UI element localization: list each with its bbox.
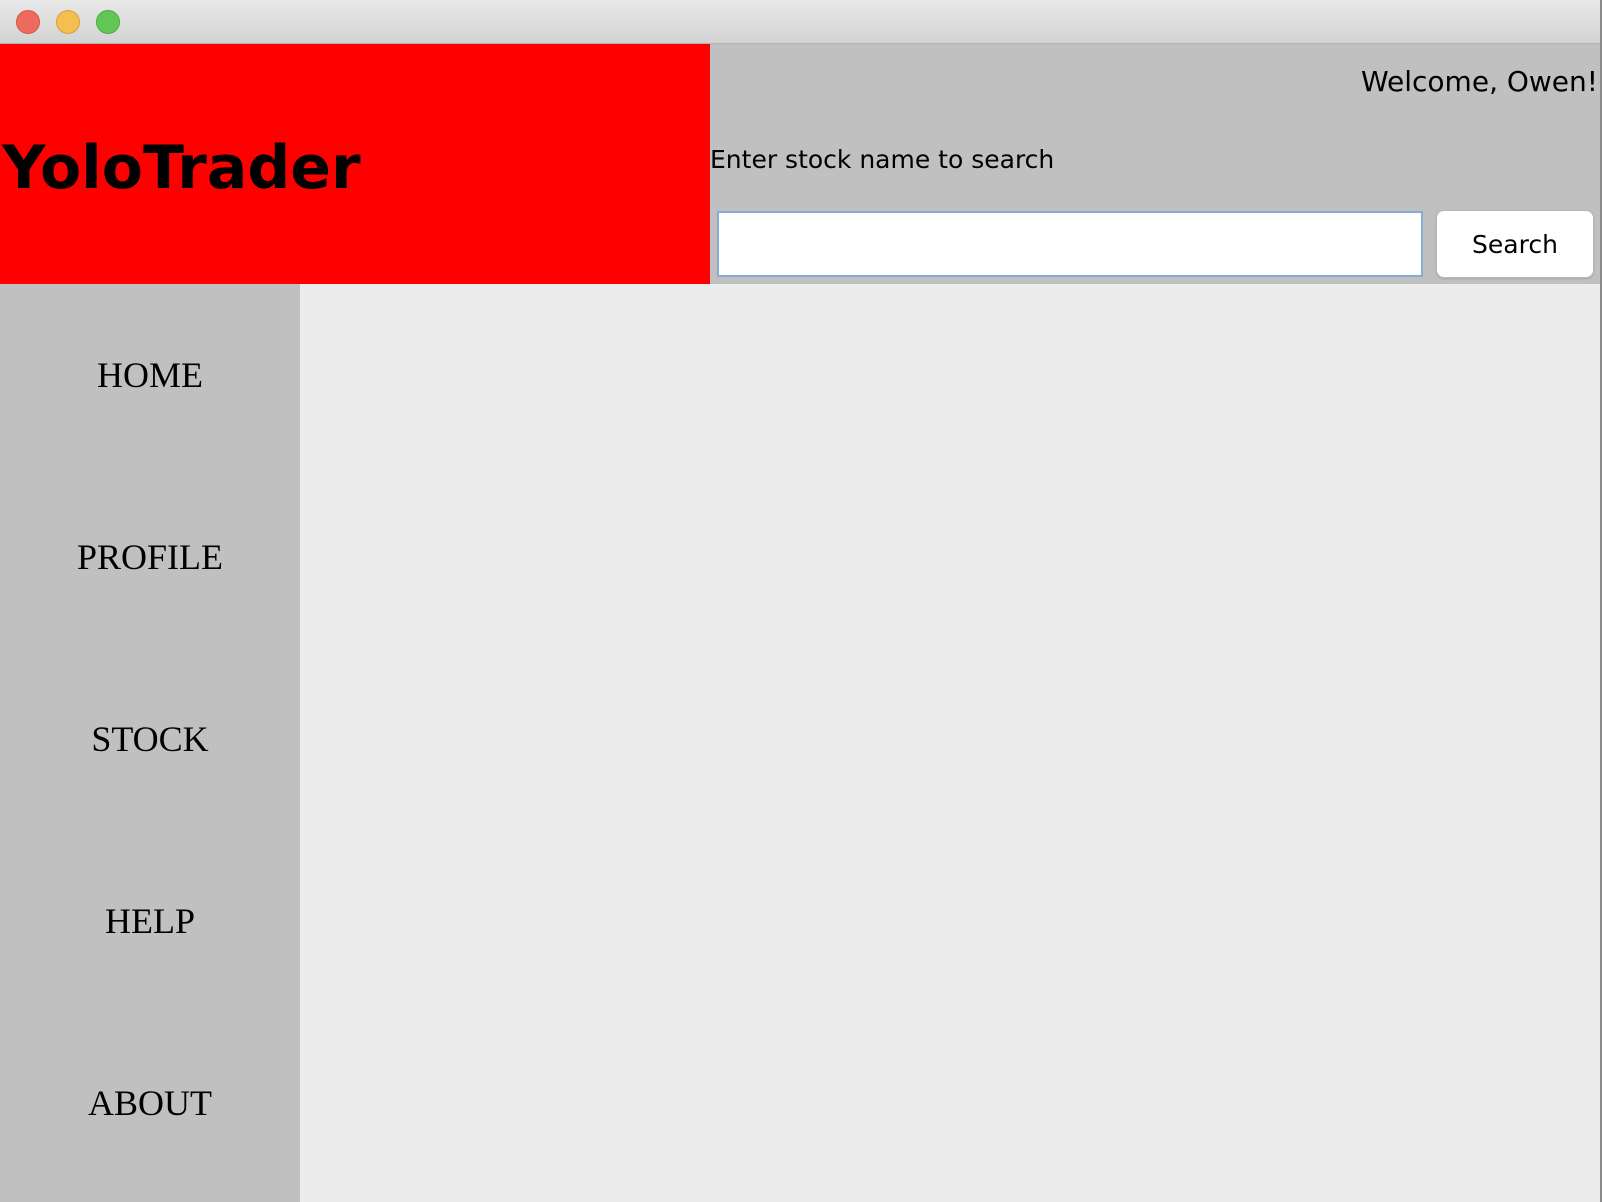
close-window-icon[interactable] <box>16 10 40 34</box>
sidebar-item-profile[interactable]: PROFILE <box>0 466 300 648</box>
sidebar-nav: HOME PROFILE STOCK HELP ABOUT <box>0 284 300 1202</box>
brand-panel: YoloTrader <box>0 44 710 284</box>
sidebar-item-help[interactable]: HELP <box>0 830 300 1012</box>
sidebar-item-about[interactable]: ABOUT <box>0 1012 300 1194</box>
search-label: Enter stock name to search <box>710 145 1055 174</box>
app-window: YoloTrader Welcome, Owen! Enter stock na… <box>0 0 1602 1202</box>
stock-search-input[interactable] <box>717 211 1423 277</box>
brand-title: YoloTrader <box>2 133 361 203</box>
zoom-window-icon[interactable] <box>96 10 120 34</box>
sidebar-item-stock[interactable]: STOCK <box>0 648 300 830</box>
search-button[interactable]: Search <box>1436 210 1594 278</box>
minimize-window-icon[interactable] <box>56 10 80 34</box>
main-content-area <box>300 284 1602 1202</box>
welcome-message: Welcome, Owen! <box>1360 65 1598 98</box>
window-titlebar[interactable] <box>0 0 1602 44</box>
header-panel: Welcome, Owen! Enter stock name to searc… <box>710 44 1602 284</box>
sidebar-item-home[interactable]: HOME <box>0 284 300 466</box>
